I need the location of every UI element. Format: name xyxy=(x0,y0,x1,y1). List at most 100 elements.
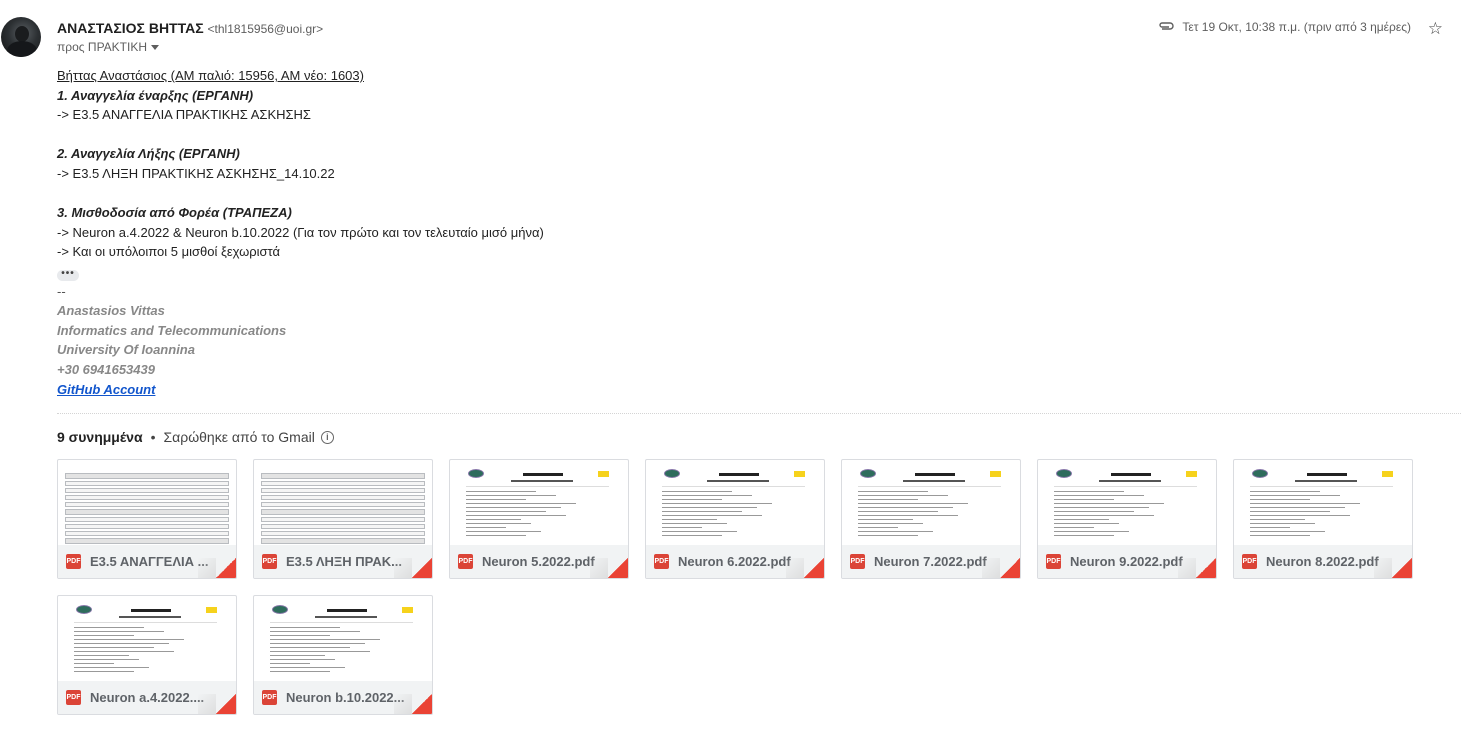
page-curl-shadow xyxy=(1374,558,1392,578)
page-curl-shadow xyxy=(590,558,608,578)
page-curl-shadow xyxy=(394,558,412,578)
avatar-shoulders xyxy=(7,41,37,57)
sender-email: <thl1815956@uoi.gr> xyxy=(207,22,324,36)
section-title-3: 3. Μισθοδοσία από Φορέα (ΤΡΑΠΕΖΑ) xyxy=(57,205,292,221)
pdf-icon: PDF xyxy=(66,690,81,705)
attachment-footer[interactable]: PDF Neuron 6.2022.pdf xyxy=(646,545,824,578)
info-icon[interactable]: i xyxy=(320,430,334,444)
recipient-label: προς ΠΡΑΚΤΙΚΗ xyxy=(57,40,148,54)
attachment-footer[interactable]: PDF Ε3.5 ΛΗΞΗ ΠΡΑΚ... xyxy=(254,545,432,578)
star-icon[interactable]: ☆ xyxy=(1428,19,1443,39)
signature-dept: Informatics and Telecommunications xyxy=(57,322,287,338)
attachment-footer[interactable]: PDF Neuron a.4.2022.... xyxy=(58,681,236,714)
sender-name[interactable]: ΑΝΑΣΤΑΣΙΟΣ ΒΗΤΤΑΣ xyxy=(57,20,204,36)
form-preview xyxy=(65,473,229,545)
attachment-card[interactable]: PDF Neuron 7.2022.pdf xyxy=(841,459,1021,579)
attachment-thumbnail xyxy=(1039,461,1215,545)
pdf-icon: PDF xyxy=(654,554,669,569)
attachment-filename: Neuron 5.2022.pdf xyxy=(482,554,595,569)
section-title-2: 2. Αναγγελία Λήξης (ΕΡΓΑΝΗ) xyxy=(57,146,240,162)
attachment-card[interactable]: PDF Ε3.5 ΑΝΑΓΓΕΛΙΑ ... xyxy=(57,459,237,579)
attachment-footer[interactable]: PDF Ε3.5 ΑΝΑΓΓΕΛΙΑ ... xyxy=(58,545,236,578)
pdf-icon: PDF xyxy=(262,690,277,705)
attachment-filename: Neuron b.10.2022.... xyxy=(286,690,404,705)
file-type-corner-icon xyxy=(216,558,236,578)
bank-receipt-preview xyxy=(1039,461,1215,545)
attachment-card[interactable]: PDF Neuron a.4.2022.... xyxy=(57,595,237,715)
bank-receipt-preview xyxy=(1235,461,1411,545)
attachment-card[interactable]: PDF Neuron 9.2022.pdf xyxy=(1037,459,1217,579)
attachment-footer[interactable]: PDF Neuron 8.2022.pdf xyxy=(1234,545,1412,578)
bank-receipt-preview xyxy=(843,461,1019,545)
message-meta: Τετ 19 Οκτ, 10:38 π.μ. (πριν από 3 ημέρε… xyxy=(1158,20,1411,34)
pdf-icon: PDF xyxy=(66,554,81,569)
page-curl-shadow xyxy=(198,694,216,714)
attachment-footer[interactable]: PDF Neuron 9.2022.pdf xyxy=(1038,545,1216,578)
attachment-card[interactable]: PDF Neuron 5.2022.pdf xyxy=(449,459,629,579)
body-heading: Βήττας Αναστάσιος (ΑΜ παλιό: 15956, ΑΜ ν… xyxy=(57,68,364,83)
attachment-thumbnail xyxy=(1235,461,1411,545)
signature-name: Anastasios Vittas xyxy=(57,303,165,319)
page-curl-shadow xyxy=(198,558,216,578)
pdf-icon: PDF xyxy=(458,554,473,569)
pdf-icon: PDF xyxy=(850,554,865,569)
attachments-count: 9 συνημμένα xyxy=(57,429,143,445)
file-type-corner-icon xyxy=(216,694,236,714)
sender-line: ΑΝΑΣΤΑΣΙΟΣ ΒΗΤΤΑΣ <thl1815956@uoi.gr> xyxy=(57,20,323,36)
attachment-footer[interactable]: PDF Neuron b.10.2022.... xyxy=(254,681,432,714)
section-text-3b: -> Και οι υπόλοιποι 5 μισθοί ξεχωριστά xyxy=(57,244,281,260)
bank-receipt-preview xyxy=(647,461,823,545)
attachment-filename: Neuron 6.2022.pdf xyxy=(678,554,791,569)
file-type-corner-icon xyxy=(412,558,432,578)
file-type-corner-icon xyxy=(804,558,824,578)
attachments-header: 9 συνημμένα • Σαρώθηκε από το Gmail i xyxy=(57,429,334,445)
file-type-corner-icon xyxy=(1196,558,1216,578)
form-preview xyxy=(261,473,425,545)
file-type-corner-icon xyxy=(608,558,628,578)
attachment-card[interactable]: PDF Neuron 6.2022.pdf xyxy=(645,459,825,579)
attachment-card[interactable]: PDF Neuron 8.2022.pdf xyxy=(1233,459,1413,579)
signature-separator: -- xyxy=(57,283,66,299)
sender-avatar[interactable] xyxy=(1,17,41,57)
file-type-corner-icon xyxy=(412,694,432,714)
bank-receipt-preview xyxy=(59,597,235,681)
attachment-filename: Neuron 9.2022.pdf xyxy=(1070,554,1183,569)
pdf-icon: PDF xyxy=(1242,554,1257,569)
attachment-thumbnail xyxy=(255,597,431,681)
page-curl-shadow xyxy=(982,558,1000,578)
attachments-divider xyxy=(57,413,1461,414)
attachment-filename: Ε3.5 ΛΗΞΗ ΠΡΑΚ... xyxy=(286,554,403,569)
section-title-1: 1. Αναγγελία έναρξης (ΕΡΓΑΝΗ) xyxy=(57,87,254,103)
attachment-filename: Neuron 7.2022.pdf xyxy=(874,554,987,569)
chevron-down-icon[interactable] xyxy=(151,45,160,51)
header-separator: • xyxy=(150,429,156,445)
signature-phone: +30 6941653439 xyxy=(57,361,155,377)
scan-label: Σαρώθηκε από το Gmail xyxy=(163,429,315,445)
attachment-filename: Neuron 8.2022.pdf xyxy=(1266,554,1379,569)
message-body: Βήττας Αναστάσιος (ΑΜ παλιό: 15956, ΑΜ ν… xyxy=(57,66,544,399)
section-text-2: -> Ε3.5 ΛΗΞΗ ΠΡΑΚΤΙΚΗΣ ΑΣΚΗΣΗΣ_14.10.22 xyxy=(57,165,335,181)
paperclip-icon xyxy=(1158,20,1174,34)
avatar-head xyxy=(15,26,29,42)
recipient-toggle[interactable]: προς ΠΡΑΚΤΙΚΗ xyxy=(57,40,160,54)
bank-receipt-preview xyxy=(451,461,627,545)
attachment-card[interactable]: PDF Neuron b.10.2022.... xyxy=(253,595,433,715)
page-curl-shadow xyxy=(1178,558,1196,578)
signature-university: University Of Ioannina xyxy=(57,342,195,358)
page-curl-shadow xyxy=(786,558,804,578)
attachment-thumbnail xyxy=(451,461,627,545)
attachment-card[interactable]: PDF Ε3.5 ΛΗΞΗ ΠΡΑΚ... xyxy=(253,459,433,579)
github-link[interactable]: GitHub Account xyxy=(57,382,155,397)
attachment-filename: Neuron a.4.2022.... xyxy=(90,690,205,705)
pdf-icon: PDF xyxy=(1046,554,1061,569)
attachment-footer[interactable]: PDF Neuron 5.2022.pdf xyxy=(450,545,628,578)
message-date[interactable]: Τετ 19 Οκτ, 10:38 π.μ. (πριν από 3 ημέρε… xyxy=(1182,20,1411,34)
show-trimmed-content-button[interactable]: ••• xyxy=(57,268,79,281)
attachment-thumbnail xyxy=(843,461,1019,545)
attachment-footer[interactable]: PDF Neuron 7.2022.pdf xyxy=(842,545,1020,578)
section-text-1: -> Ε3.5 ΑΝΑΓΓΕΛΙΑ ΠΡΑΚΤΙΚΗΣ ΑΣΚΗΣΗΣ xyxy=(57,107,311,123)
bank-receipt-preview xyxy=(255,597,431,681)
pdf-icon: PDF xyxy=(262,554,277,569)
attachment-thumbnail xyxy=(647,461,823,545)
